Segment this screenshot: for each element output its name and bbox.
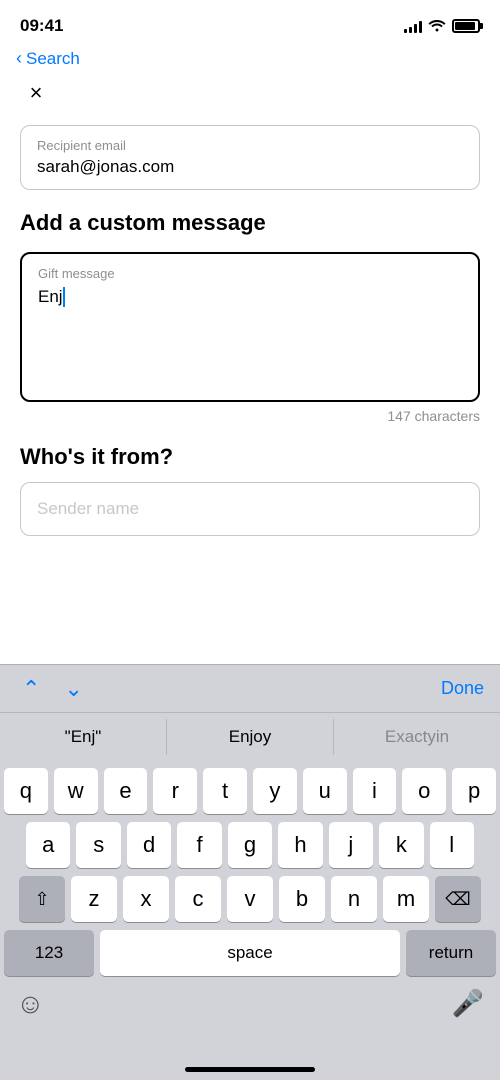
key-e[interactable]: e — [104, 768, 148, 814]
key-x[interactable]: x — [123, 876, 169, 922]
autocomplete-bar: "Enj" Enjoy Exactyin — [0, 712, 500, 760]
return-key[interactable]: return — [406, 930, 496, 976]
signal-icon — [404, 19, 422, 33]
recipient-email-field[interactable]: Recipient email sarah@jonas.com — [20, 125, 480, 190]
key-g[interactable]: g — [228, 822, 272, 868]
key-z[interactable]: z — [71, 876, 117, 922]
gift-message-text: Enj — [38, 287, 63, 307]
key-p[interactable]: p — [452, 768, 496, 814]
text-cursor — [63, 287, 65, 307]
char-count: 147 characters — [20, 408, 480, 424]
sender-name-placeholder: Sender name — [37, 499, 463, 519]
toolbar-next-button[interactable]: ⌄ — [58, 672, 88, 706]
custom-message-title: Add a custom message — [20, 210, 480, 236]
key-y[interactable]: y — [253, 768, 297, 814]
key-t[interactable]: t — [203, 768, 247, 814]
key-d[interactable]: d — [127, 822, 171, 868]
status-icons — [404, 18, 480, 35]
key-v[interactable]: v — [227, 876, 273, 922]
key-f[interactable]: f — [177, 822, 221, 868]
backspace-key[interactable]: ⌫ — [435, 876, 481, 922]
key-h[interactable]: h — [278, 822, 322, 868]
key-n[interactable]: n — [331, 876, 377, 922]
shift-key[interactable]: ⇧ — [19, 876, 65, 922]
recipient-email-label: Recipient email — [37, 138, 463, 153]
emoji-icon[interactable]: ☺ — [16, 988, 45, 1020]
nav-bar: ‹ Search — [0, 44, 500, 77]
keyboard-bottom-row: ☺ 🎤 — [4, 984, 496, 1020]
key-o[interactable]: o — [402, 768, 446, 814]
autocomplete-item-1[interactable]: Enjoy — [167, 719, 334, 755]
key-k[interactable]: k — [379, 822, 423, 868]
key-q[interactable]: q — [4, 768, 48, 814]
battery-icon — [452, 19, 480, 33]
toolbar-prev-button[interactable]: ⌃ — [16, 672, 46, 706]
keyboard-row-3: ⇧ z x c v b n m ⌫ — [4, 876, 496, 922]
bottom-bar — [0, 1067, 500, 1072]
keyboard-row-1: q w e r t y u i o p — [4, 768, 496, 814]
back-button[interactable]: ‹ Search — [16, 48, 80, 69]
key-b[interactable]: b — [279, 876, 325, 922]
space-key[interactable]: space — [100, 930, 400, 976]
key-i[interactable]: i — [353, 768, 397, 814]
close-icon: × — [30, 80, 43, 106]
keyboard-row-4: 123 space return — [4, 930, 496, 976]
status-bar: 09:41 — [0, 0, 500, 44]
key-c[interactable]: c — [175, 876, 221, 922]
key-m[interactable]: m — [383, 876, 429, 922]
key-w[interactable]: w — [54, 768, 98, 814]
status-time: 09:41 — [20, 16, 63, 36]
back-label: Search — [26, 49, 80, 69]
numbers-key[interactable]: 123 — [4, 930, 94, 976]
recipient-email-value: sarah@jonas.com — [37, 157, 463, 177]
gift-message-content: Enj — [38, 287, 462, 307]
key-r[interactable]: r — [153, 768, 197, 814]
close-button[interactable]: × — [20, 77, 52, 109]
keyboard-toolbar: ⌃ ⌄ Done — [0, 664, 500, 712]
gift-message-label: Gift message — [38, 266, 462, 281]
keyboard-row-2: a s d f g h j k l — [4, 822, 496, 868]
sender-name-field[interactable]: Sender name — [20, 482, 480, 536]
sender-section-title: Who's it from? — [20, 444, 480, 470]
gift-message-field[interactable]: Gift message Enj — [20, 252, 480, 402]
home-indicator — [185, 1067, 315, 1072]
wifi-icon — [428, 18, 446, 35]
content-area: × Recipient email sarah@jonas.com Add a … — [0, 77, 500, 536]
key-a[interactable]: a — [26, 822, 70, 868]
sender-section: Who's it from? Sender name — [20, 444, 480, 536]
key-u[interactable]: u — [303, 768, 347, 814]
back-chevron-icon: ‹ — [16, 48, 22, 69]
key-l[interactable]: l — [430, 822, 474, 868]
autocomplete-item-2[interactable]: Exactyin — [334, 719, 500, 755]
key-s[interactable]: s — [76, 822, 120, 868]
keyboard: q w e r t y u i o p a s d f g h j k l ⇧ … — [0, 760, 500, 1080]
toolbar-done-button[interactable]: Done — [441, 678, 484, 699]
autocomplete-item-0[interactable]: "Enj" — [0, 719, 167, 755]
key-j[interactable]: j — [329, 822, 373, 868]
toolbar-navigation: ⌃ ⌄ — [16, 672, 89, 706]
mic-icon[interactable]: 🎤 — [452, 988, 484, 1020]
